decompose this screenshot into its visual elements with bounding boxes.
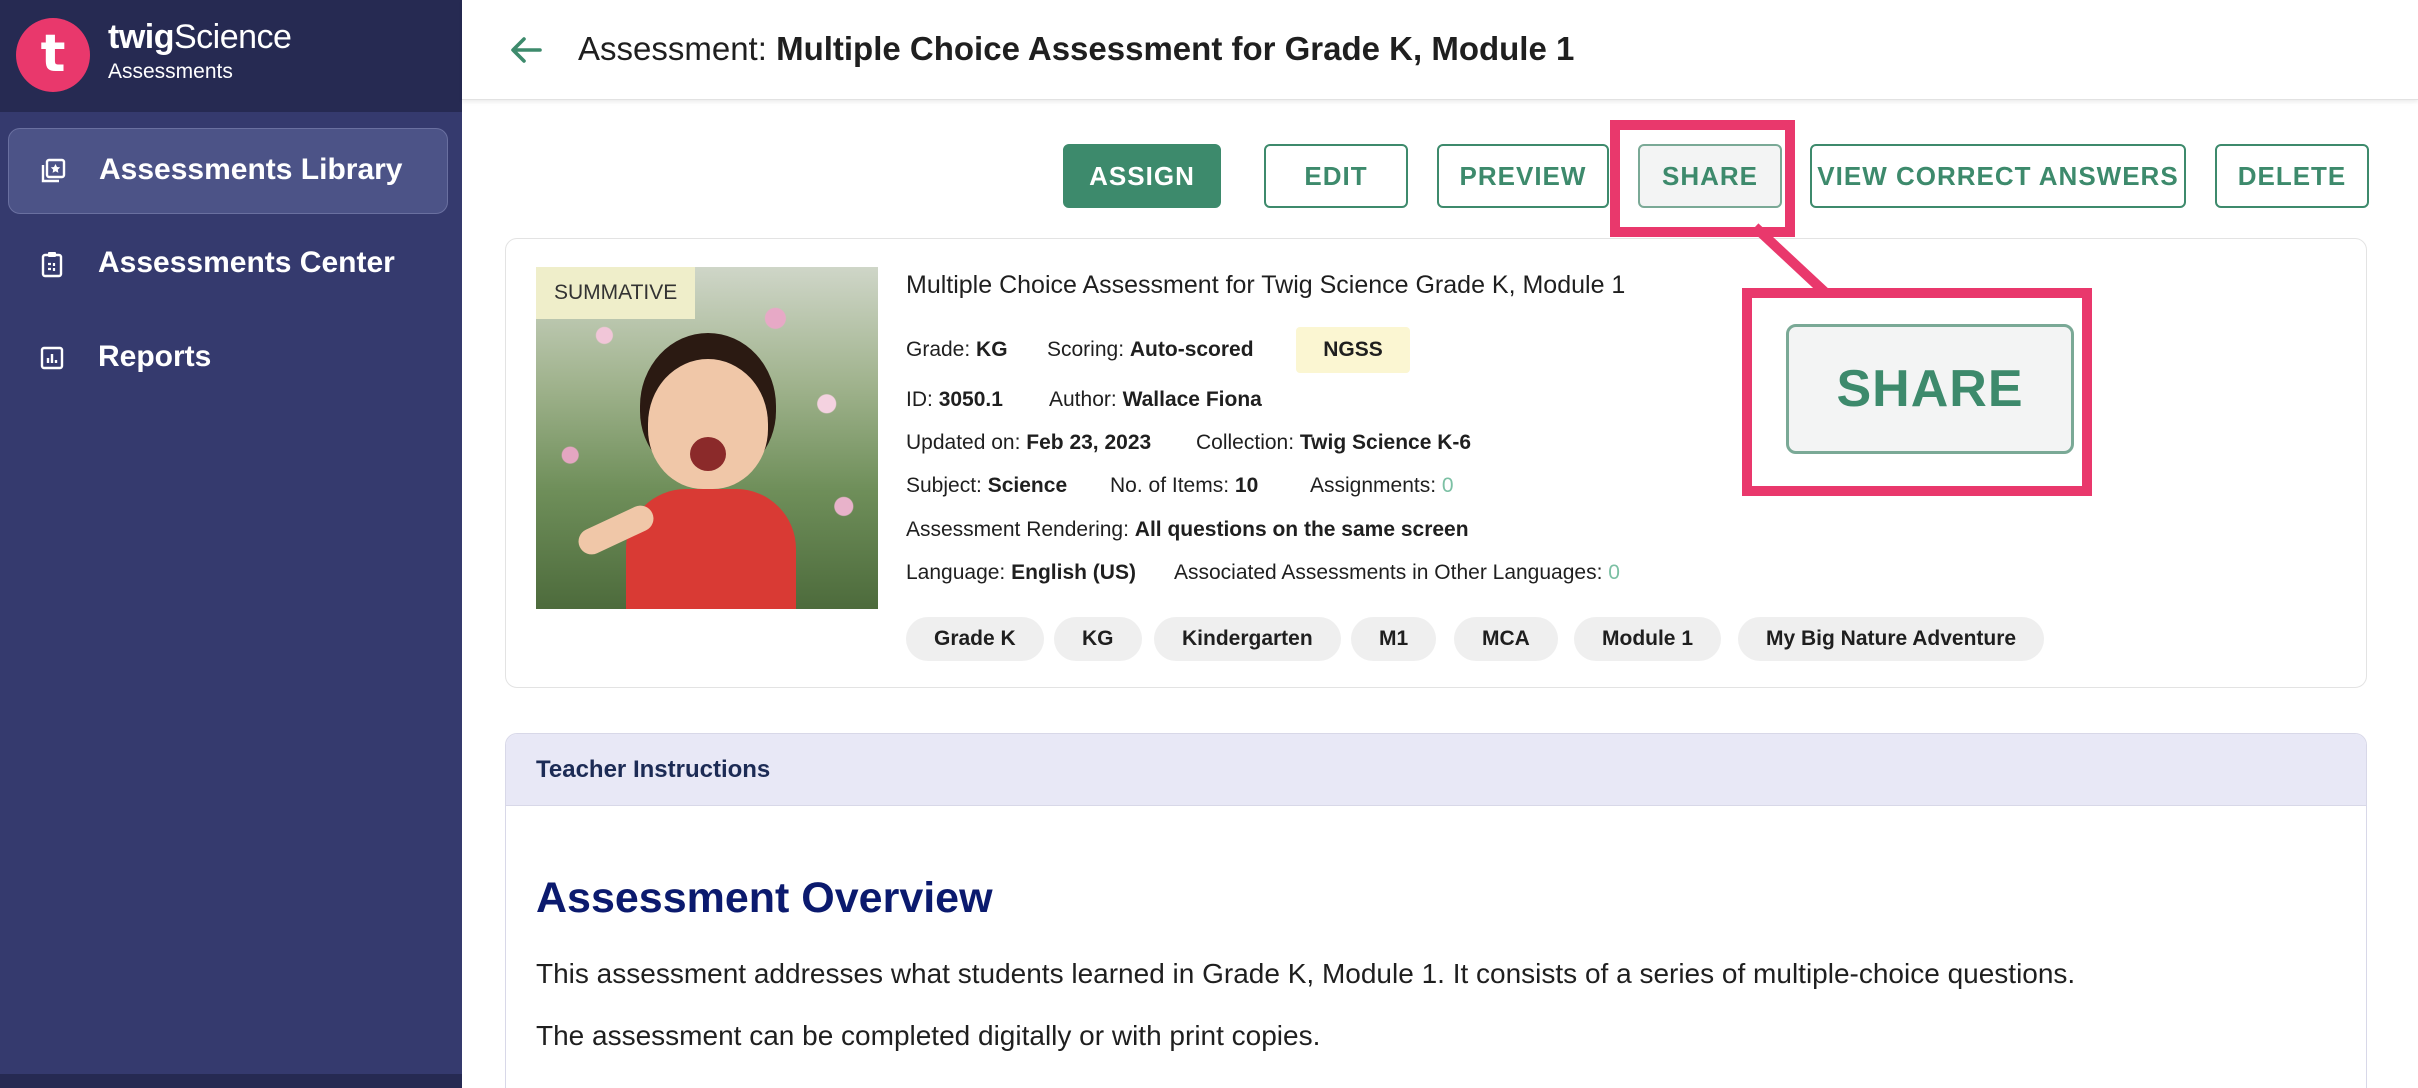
assessment-thumbnail: SUMMATIVE — [536, 267, 878, 609]
tag-chip: Module 1 — [1574, 617, 1722, 661]
share-highlight-box — [1610, 120, 1795, 237]
clipboard-icon — [41, 252, 63, 278]
assign-button[interactable]: ASSIGN — [1063, 144, 1221, 208]
library-icon — [41, 158, 66, 183]
sidebar-item-label: Assessments Library — [99, 153, 403, 186]
back-arrow-icon[interactable] — [506, 30, 546, 70]
items-field: No. of Items: 10 — [1110, 474, 1259, 497]
id-field: ID: 3050.1 — [906, 388, 1003, 411]
tag-chip: MCA — [1454, 617, 1558, 661]
sidebar-item-assessments-library[interactable]: Assessments Library — [8, 128, 448, 214]
tag-chip: Kindergarten — [1154, 617, 1341, 661]
associated-languages-field[interactable]: Associated Assessments in Other Language… — [1174, 561, 1620, 585]
assessment-title: Multiple Choice Assessment for Twig Scie… — [906, 271, 1626, 299]
sidebar-item-reports[interactable]: Reports — [8, 316, 448, 402]
assignments-field[interactable]: Assignments: 0 — [1310, 474, 1454, 498]
updated-field: Updated on: Feb 23, 2023 — [906, 431, 1152, 454]
bar-chart-icon — [40, 346, 64, 370]
sidebar-footer — [0, 1074, 462, 1088]
sidebar: t twigScience Assessments Assessments Li… — [0, 0, 462, 1088]
standard-badge: NGSS — [1296, 327, 1410, 373]
sidebar-item-label: Reports — [98, 340, 212, 373]
brand-subtitle: Assessments — [108, 60, 233, 83]
brand-light: Science — [173, 18, 292, 56]
page-title: Assessment: Multiple Choice Assessment f… — [578, 30, 1574, 68]
rendering-field: Assessment Rendering: All questions on t… — [906, 518, 1469, 541]
sidebar-item-assessments-center[interactable]: Assessments Center — [8, 222, 448, 308]
overview-heading: Assessment Overview — [536, 874, 993, 922]
tag-chip: M1 — [1351, 617, 1437, 661]
page-header: Assessment: Multiple Choice Assessment f… — [462, 0, 2418, 100]
grade-field: Grade: KG — [906, 338, 1008, 361]
overview-paragraph: This assessment addresses what students … — [536, 958, 2076, 989]
share-button-zoomed: SHARE — [1786, 324, 2074, 454]
teacher-instructions-panel: Teacher Instructions Assessment Overview… — [505, 733, 2367, 1088]
view-correct-answers-button[interactable]: VIEW CORRECT ANSWERS — [1810, 144, 2186, 208]
page-title-name: Multiple Choice Assessment for Grade K, … — [776, 30, 1575, 67]
sidebar-header: t twigScience Assessments — [0, 0, 462, 112]
collection-field: Collection: Twig Science K-6 — [1196, 431, 1472, 454]
overview-paragraph: The assessment can be completed digitall… — [536, 1020, 1321, 1051]
page-title-prefix: Assessment: — [578, 30, 777, 67]
scoring-field: Scoring: Auto-scored — [1047, 338, 1254, 361]
teacher-instructions-title: Teacher Instructions — [536, 756, 771, 783]
summative-badge: SUMMATIVE — [536, 267, 696, 319]
edit-button[interactable]: EDIT — [1264, 144, 1408, 208]
brand-bold: twig — [108, 18, 174, 56]
thumbnail-figure-mouth — [690, 437, 726, 471]
thumbnail-figure-body — [626, 489, 796, 609]
tag-chip: My Big Nature Adventure — [1738, 617, 2045, 661]
author-field: Author: Wallace Fiona — [1049, 388, 1262, 411]
preview-button[interactable]: PREVIEW — [1437, 144, 1609, 208]
brand-name: twigScience — [108, 18, 292, 57]
teacher-instructions-header: Teacher Instructions — [506, 734, 2366, 806]
tag-chip: KG — [1054, 617, 1142, 661]
delete-button[interactable]: DELETE — [2215, 144, 2369, 208]
subject-field: Subject: Science — [906, 474, 1068, 497]
sidebar-item-label: Assessments Center — [98, 246, 395, 279]
language-field: Language: English (US) — [906, 561, 1136, 584]
twig-logo[interactable]: t — [16, 18, 90, 92]
tag-chip: Grade K — [906, 617, 1044, 661]
